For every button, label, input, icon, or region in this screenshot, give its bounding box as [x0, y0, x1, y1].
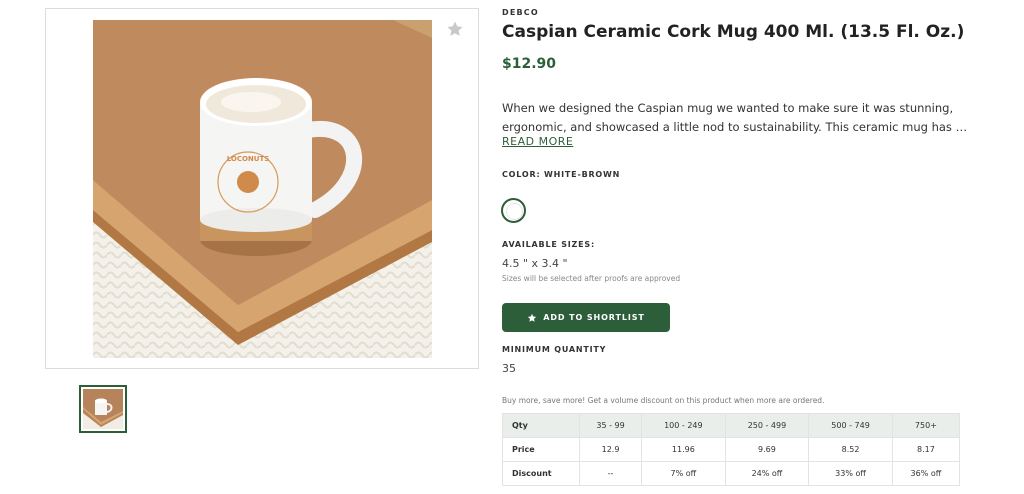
table-cell: 12.9 [578, 437, 643, 462]
add-to-shortlist-button[interactable]: ADD TO SHORTLIST [502, 303, 670, 332]
product-description: When we designed the Caspian mug we want… [502, 99, 972, 137]
read-more-link[interactable]: READ MORE [502, 135, 573, 148]
table-cell: -- [578, 461, 643, 486]
table-cell: 8.17 [891, 437, 961, 462]
table-cell: 8.52 [808, 437, 893, 462]
size-note: Sizes will be selected after proofs are … [502, 274, 681, 283]
size-value: 4.5 " x 3.4 " [502, 257, 568, 270]
brand-name: DEBCO [502, 8, 539, 17]
table-cell: 250 - 499 [724, 413, 810, 438]
table-row-price: Price 12.9 11.96 9.69 8.52 8.17 [502, 437, 961, 462]
color-label: COLOR: WHITE-BROWN [502, 170, 621, 179]
table-cell: 100 - 249 [641, 413, 726, 438]
wishlist-star-icon[interactable] [446, 20, 464, 38]
table-cell: Price [502, 437, 580, 462]
star-icon [528, 313, 537, 322]
description-line: When we designed the Caspian mug we want… [502, 101, 954, 115]
table-cell: 9.69 [724, 437, 810, 462]
minimum-quantity-value: 35 [502, 362, 516, 375]
table-cell: 35 - 99 [578, 413, 643, 438]
thumbnail-image[interactable] [79, 385, 127, 433]
table-cell: 7% off [641, 461, 726, 486]
table-cell: 36% off [891, 461, 961, 486]
available-sizes-label: AVAILABLE SIZES: [502, 240, 595, 249]
table-cell: Qty [502, 413, 580, 438]
table-cell: 24% off [724, 461, 810, 486]
table-row-discount: Discount -- 7% off 24% off 33% off 36% o… [502, 461, 961, 486]
product-price: $12.90 [502, 56, 557, 72]
volume-discount-note: Buy more, save more! Get a volume discou… [502, 396, 825, 405]
minimum-quantity-label: MINIMUM QUANTITY [502, 345, 607, 354]
table-cell: 33% off [808, 461, 893, 486]
table-cell: 11.96 [641, 437, 726, 462]
main-image-frame: LOCONUTS [45, 8, 479, 369]
table-cell: Discount [502, 461, 580, 486]
table-cell: 750+ [891, 413, 961, 438]
volume-pricing-table: Qty 35 - 99 100 - 249 250 - 499 500 - 74… [502, 413, 961, 486]
shortlist-button-label: ADD TO SHORTLIST [543, 313, 645, 322]
mug-logo-text: LOCONUTS [227, 155, 270, 163]
table-row-qty: Qty 35 - 99 100 - 249 250 - 499 500 - 74… [502, 413, 961, 438]
product-title: Caspian Ceramic Cork Mug 400 Ml. (13.5 F… [502, 22, 965, 42]
color-swatch-white-brown[interactable] [501, 198, 526, 223]
product-photo[interactable]: LOCONUTS [93, 20, 432, 358]
table-cell: 500 - 749 [808, 413, 893, 438]
